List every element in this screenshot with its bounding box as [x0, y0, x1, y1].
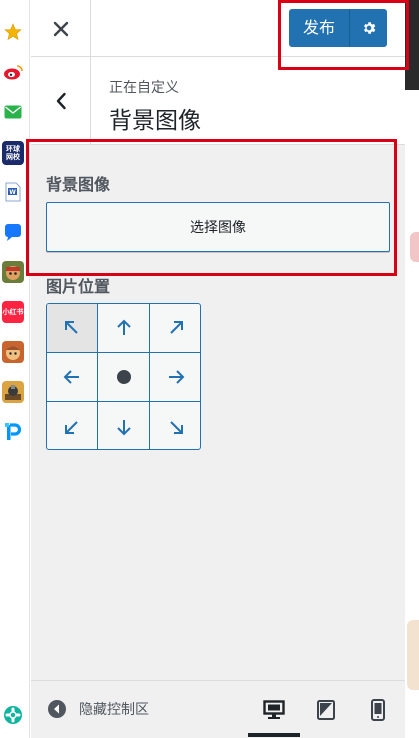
arrow-up-right-icon [170, 321, 183, 334]
word-doc-icon[interactable]: W [2, 181, 24, 203]
position-top-left[interactable] [47, 304, 98, 353]
preview-decoration [410, 232, 419, 262]
arrow-up-left-icon [65, 321, 78, 334]
close-icon [53, 21, 68, 36]
publish-button[interactable]: 发布 [289, 9, 387, 47]
game-app-icon[interactable] [2, 261, 24, 283]
arrow-up-icon [116, 319, 131, 335]
position-top-right[interactable] [150, 304, 200, 353]
section-title: 背景图像 [109, 108, 201, 134]
preview-tablet-button[interactable] [300, 681, 352, 738]
extension-app-icon[interactable] [2, 704, 24, 726]
position-bottom-left[interactable] [47, 402, 98, 449]
tablet-icon [317, 700, 335, 720]
collapse-label: 隐藏控制区 [79, 702, 149, 718]
game-app-3-icon[interactable] [2, 381, 24, 403]
position-top[interactable] [98, 304, 150, 353]
position-right[interactable] [150, 353, 200, 402]
star-icon[interactable] [2, 21, 24, 43]
news-app-label: 环球 网校 [6, 145, 20, 161]
preview-decoration-bottom [407, 620, 419, 690]
mobile-icon [371, 699, 385, 721]
site-preview[interactable] [405, 0, 419, 738]
back-button[interactable] [31, 57, 91, 145]
xiaohongshu-label: 小红书 [2, 308, 24, 316]
desktop-icon [263, 700, 285, 719]
publish-settings-button[interactable] [350, 9, 387, 47]
image-position-label: 图片位置 [46, 277, 111, 296]
chevron-left-icon [56, 92, 66, 110]
background-image-label: 背景图像 [46, 175, 111, 194]
arrow-down-icon [116, 419, 131, 435]
customizer-panel: 发布 正在自定义 背景图像 背景图像 选择图像 图片位置 隐藏控制区 [31, 0, 405, 738]
close-button[interactable] [31, 0, 91, 57]
image-position-grid [46, 303, 201, 450]
game-app-2-icon[interactable] [2, 341, 24, 363]
pixiv-app-icon[interactable] [2, 421, 24, 443]
select-image-button[interactable]: 选择图像 [46, 202, 390, 252]
preview-mobile-button[interactable] [352, 681, 404, 738]
weibo-icon[interactable] [2, 61, 24, 83]
preview-desktop-button[interactable] [248, 681, 300, 738]
arrow-down-right-icon [170, 420, 183, 434]
chat-app-icon[interactable] [2, 221, 24, 243]
collapse-arrow-icon [48, 700, 66, 718]
customizer-footer: 隐藏控制区 [31, 680, 405, 738]
preview-header-area [405, 0, 419, 90]
arrow-right-icon [169, 370, 185, 384]
mail-icon[interactable] [2, 101, 24, 123]
xiaohongshu-app-icon[interactable]: 小红书 [2, 301, 24, 323]
section-header: 正在自定义 背景图像 [31, 57, 405, 145]
news-app-icon[interactable]: 环球 网校 [2, 141, 24, 165]
position-left[interactable] [47, 353, 98, 402]
section-subtitle: 正在自定义 [109, 80, 179, 96]
center-dot-icon [116, 370, 131, 384]
arrow-left-icon [63, 370, 79, 384]
svg-text:W: W [9, 189, 16, 196]
gear-icon [363, 22, 375, 34]
position-center[interactable] [98, 353, 150, 402]
publish-label: 发布 [302, 18, 335, 37]
customizer-header: 发布 [31, 0, 405, 57]
arrow-down-left-icon [65, 420, 78, 434]
position-bottom[interactable] [98, 402, 150, 449]
collapse-sidebar-button[interactable]: 隐藏控制区 [47, 699, 149, 719]
position-bottom-right[interactable] [150, 402, 200, 449]
app-dock: 环球 网校 W 小红书 [0, 0, 30, 738]
